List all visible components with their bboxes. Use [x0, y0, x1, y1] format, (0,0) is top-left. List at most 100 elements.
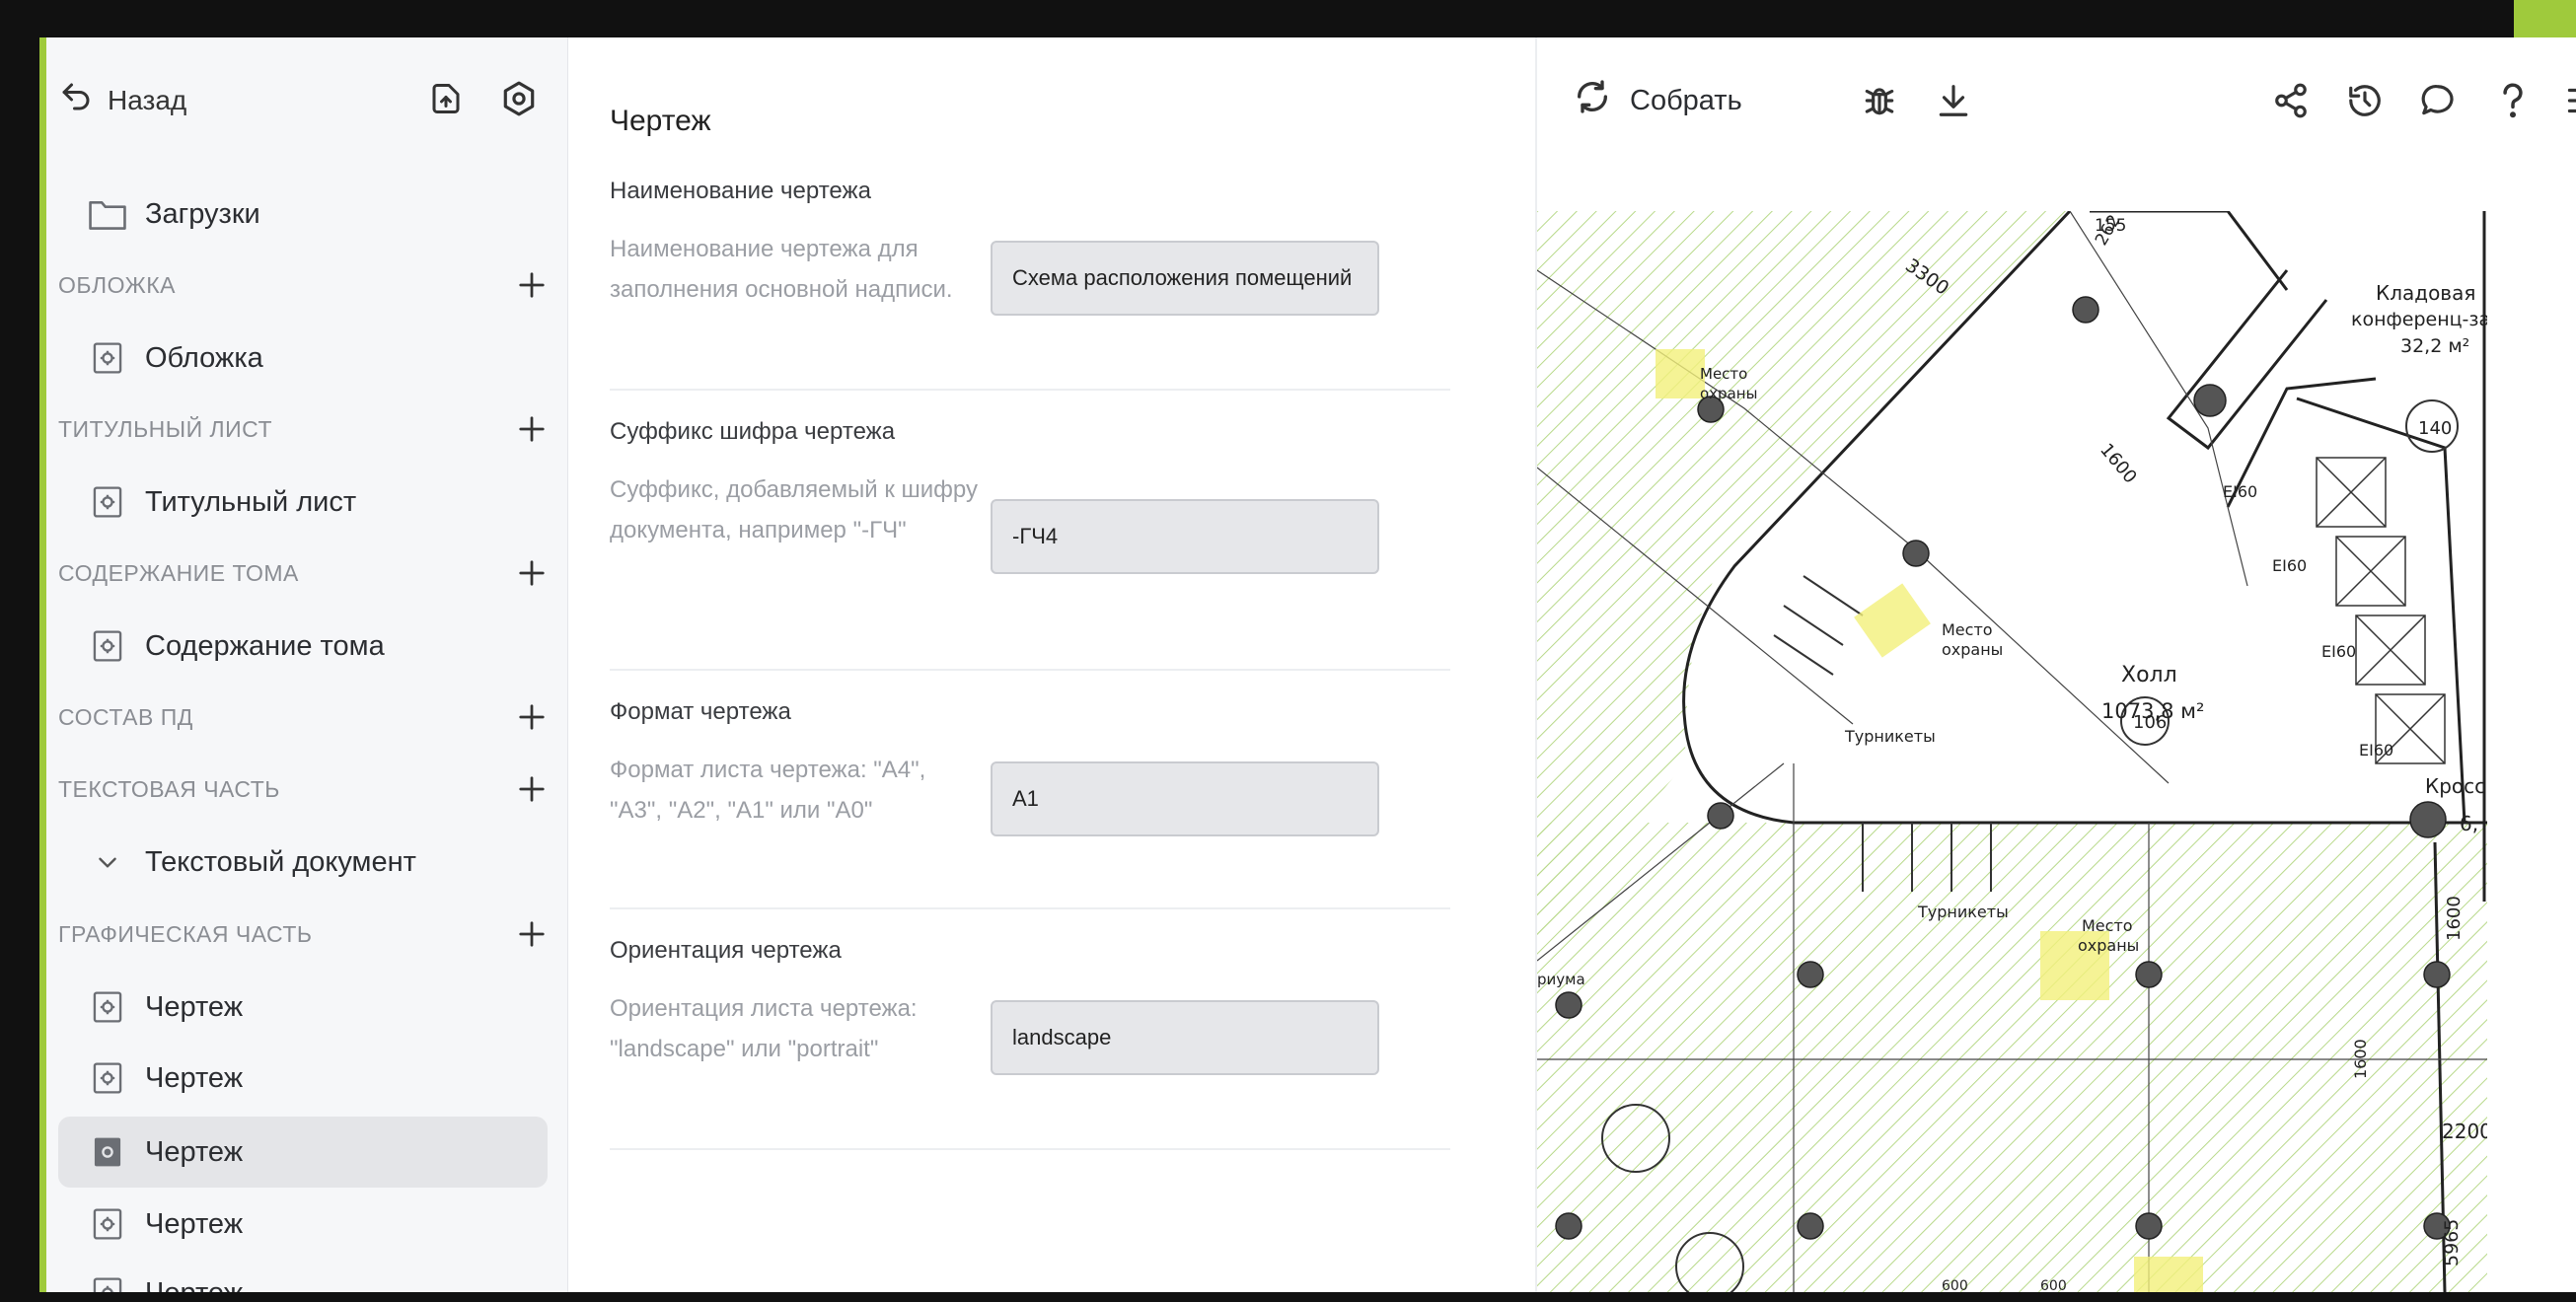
- room-name: Холл: [2121, 663, 2177, 687]
- dimension-label: 5965: [2441, 1219, 2463, 1266]
- floor-plan-preview[interactable]: Кладовая конференц-за 32,2 м² 140 Холл 1…: [1537, 211, 2487, 1292]
- doc-gear-icon: [88, 1204, 127, 1244]
- section-cover: ОБЛОЖКА: [58, 255, 552, 315]
- field-label: Наименование чертежа: [610, 178, 871, 204]
- guard-label-2: охраны: [1700, 385, 1757, 402]
- guard-label: Место: [2082, 916, 2133, 935]
- comment-icon[interactable]: [2416, 79, 2460, 122]
- orientation-input[interactable]: [991, 1000, 1379, 1075]
- refresh-icon: [1573, 77, 1612, 124]
- add-icon[interactable]: [512, 553, 552, 593]
- guard-label: Место: [1942, 620, 1993, 639]
- section-title: СОДЕРЖАНИЕ ТОМА: [58, 559, 299, 586]
- guard-post: [2134, 1257, 2203, 1292]
- hatched-zone: [1537, 823, 2487, 1292]
- form-title: Чертеж: [610, 105, 711, 137]
- sidebar-item-drawing[interactable]: Чертеж: [58, 1046, 548, 1111]
- dimension-label: 1600: [2444, 896, 2465, 941]
- sidebar-item-label: Чертеж: [145, 990, 244, 1023]
- fire-rating-label: EI60: [2321, 642, 2356, 661]
- sidebar-item-drawing[interactable]: Чертеж: [58, 975, 548, 1040]
- doc-gear-icon: [88, 1132, 127, 1172]
- section-title: ТЕКСТОВАЯ ЧАСТЬ: [58, 775, 280, 802]
- field-help: Ориентация листа чертежа: "landscape" ил…: [610, 995, 918, 1062]
- sidebar-item-label: Титульный лист: [145, 485, 357, 518]
- doc-gear-icon: [88, 626, 127, 666]
- room-number: 106: [2133, 712, 2167, 733]
- field-help: Наименование чертежа для заполнения осно…: [610, 236, 953, 303]
- sidebar-item-text-document[interactable]: Текстовый документ: [58, 830, 548, 895]
- room-area: 6,: [2460, 812, 2478, 835]
- doc-gear-icon: [88, 987, 127, 1027]
- sidebar-item-label: Чертеж: [145, 1207, 244, 1240]
- field-label: Формат чертежа: [610, 698, 791, 725]
- sidebar-item-drawing[interactable]: Чертеж: [58, 1192, 548, 1257]
- field-label: Ориентация чертежа: [610, 937, 842, 964]
- section-title-page: ТИТУЛЬНЫЙ ЛИСТ: [58, 399, 552, 459]
- download-icon[interactable]: [1932, 79, 1975, 122]
- doc-gear-icon: [88, 482, 127, 522]
- guard-label-2: охраны: [1942, 640, 2003, 659]
- preview-panel: Собрать Кладовая конференц-за 32,2 м² 14…: [1537, 37, 2576, 1292]
- field-help: Суффикс, добавляемый к шифру документа, …: [610, 476, 978, 543]
- room-name: Кладовая: [2376, 281, 2475, 305]
- section-title: ОБЛОЖКА: [58, 271, 176, 298]
- menu-icon[interactable]: [2561, 79, 2576, 122]
- guard-post: [1854, 583, 1931, 658]
- back-button[interactable]: Назад: [58, 79, 186, 121]
- floor-plan-svg: Кладовая конференц-за 32,2 м² 140 Холл 1…: [1537, 211, 2487, 1292]
- help-icon[interactable]: [2491, 79, 2535, 122]
- sidebar-item-uploads[interactable]: Загрузки: [58, 181, 548, 247]
- add-icon[interactable]: [512, 697, 552, 737]
- field-label: Суффикс шифра чертежа: [610, 418, 896, 445]
- fire-rating-label: EI60: [2359, 741, 2393, 760]
- share-icon[interactable]: [2269, 79, 2313, 122]
- section-title: ТИТУЛЬНЫЙ ЛИСТ: [58, 415, 273, 442]
- guard-label: Место: [1700, 365, 1747, 383]
- section-title: СОСТАВ ПД: [58, 703, 193, 730]
- field-format: Формат чертежа Формат листа чертежа: "A4…: [610, 698, 1450, 909]
- screen-frame: Назад Загрузки ОБЛОЖКА Обложка ТИТУЛЬНЫЙ…: [0, 0, 2576, 1302]
- sidebar-item-cover[interactable]: Обложка: [58, 326, 548, 391]
- add-icon[interactable]: [512, 914, 552, 954]
- dimension-label: 1600: [2096, 440, 2141, 488]
- room-name: риума: [1537, 971, 1585, 988]
- section-title: ГРАФИЧЕСКАЯ ЧАСТЬ: [58, 920, 313, 947]
- sidebar-item-drawing[interactable]: Чертеж: [58, 1261, 548, 1292]
- sidebar-item-label: Чертеж: [145, 1061, 244, 1094]
- dimension-label: 1600: [2351, 1039, 2370, 1079]
- undo-icon: [58, 79, 94, 121]
- build-button[interactable]: Собрать: [1573, 79, 1742, 122]
- sidebar-item-label: Загрузки: [145, 197, 260, 230]
- section-composition: СОСТАВ ПД: [58, 687, 552, 747]
- dimension-label: 600: [1942, 1278, 1968, 1292]
- turnstiles-label: Турникеты: [1844, 727, 1936, 746]
- add-icon[interactable]: [512, 265, 552, 305]
- guard-post: [1656, 349, 1705, 398]
- field-orientation: Ориентация чертежа Ориентация листа черт…: [610, 937, 1450, 1150]
- code-suffix-input[interactable]: [991, 499, 1379, 574]
- sidebar-item-label: Текстовый документ: [145, 845, 416, 878]
- chevron-down-icon[interactable]: [88, 842, 127, 882]
- history-icon[interactable]: [2343, 79, 2387, 122]
- sidebar-item-contents[interactable]: Содержание тома: [58, 614, 548, 679]
- add-icon[interactable]: [512, 769, 552, 809]
- upload-icon[interactable]: [426, 79, 466, 118]
- dimension-label: 2200: [2442, 1120, 2487, 1143]
- frame-border-left: [0, 0, 39, 1302]
- sidebar-item-label: Чертеж: [145, 1135, 244, 1168]
- sidebar-item-drawing-selected[interactable]: Чертеж: [58, 1117, 548, 1188]
- field-help: Формат листа чертежа: "A4", "A3", "A2", …: [610, 757, 926, 824]
- sidebar-item-label: Содержание тома: [145, 629, 385, 662]
- doc-gear-icon: [88, 1058, 127, 1098]
- bug-icon[interactable]: [1858, 79, 1901, 122]
- settings-hex-icon[interactable]: [499, 79, 539, 118]
- properties-form: Чертеж Наименование чертежа Наименование…: [568, 37, 2029, 1292]
- format-input[interactable]: [991, 761, 1379, 836]
- add-icon[interactable]: [512, 409, 552, 449]
- back-label: Назад: [108, 84, 187, 115]
- room-area: 32,2 м²: [2400, 335, 2469, 357]
- sidebar-item-title-page[interactable]: Титульный лист: [58, 470, 548, 535]
- drawing-name-input[interactable]: [991, 241, 1379, 316]
- sidebar: Назад Загрузки ОБЛОЖКА Обложка ТИТУЛЬНЫЙ…: [46, 37, 568, 1292]
